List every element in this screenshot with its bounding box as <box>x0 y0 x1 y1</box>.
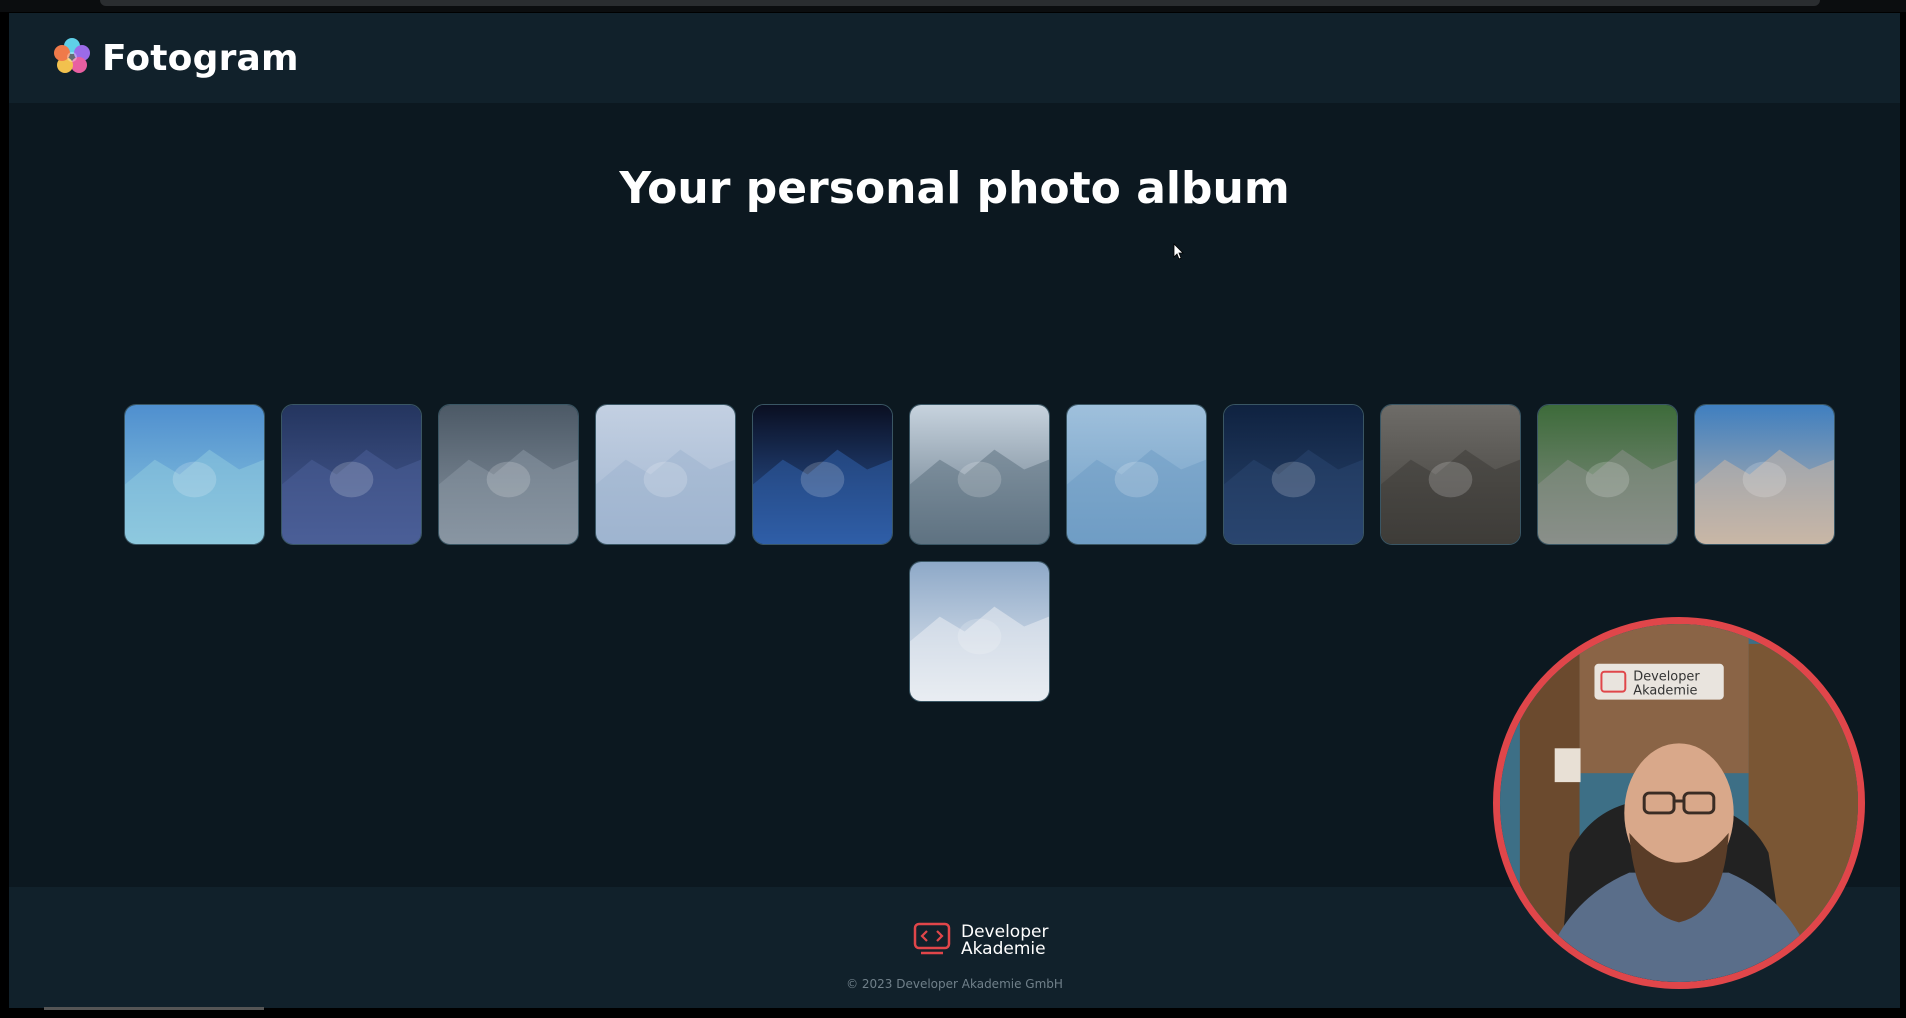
horizontal-scrollbar[interactable] <box>44 1007 264 1010</box>
copyright-text: © 2023 Developer Akademie GmbH <box>846 977 1063 991</box>
webcam-presenter-image: Developer Akademie <box>1500 624 1858 982</box>
photo-thumbnail[interactable] <box>1380 404 1521 545</box>
webcam-badge-line1: Developer <box>1633 670 1700 685</box>
webcam-badge-line2: Akademie <box>1633 684 1697 699</box>
brand-logo[interactable]: Fotogram <box>52 36 299 80</box>
browser-top-strip <box>0 0 1906 12</box>
photo-thumbnail[interactable] <box>124 404 265 545</box>
photo-thumbnail[interactable] <box>1694 404 1835 545</box>
photo-thumbnail[interactable] <box>909 404 1050 545</box>
mouse-cursor-icon <box>1173 243 1185 265</box>
photo-thumbnail[interactable] <box>1537 404 1678 545</box>
photo-thumbnail[interactable] <box>281 404 422 545</box>
photo-thumbnail[interactable] <box>1223 404 1364 545</box>
code-brackets-icon <box>913 922 953 960</box>
site-header: Fotogram <box>9 13 1900 103</box>
webcam-overlay: Developer Akademie <box>1493 617 1865 989</box>
photo-thumbnail[interactable] <box>438 404 579 545</box>
photo-thumbnail[interactable] <box>909 561 1050 702</box>
app-title: Fotogram <box>102 37 299 79</box>
footer-brand-line2: Akademie <box>961 939 1046 959</box>
photo-thumbnail[interactable] <box>595 404 736 545</box>
page-heading: Your personal photo album <box>619 163 1290 214</box>
photo-thumbnail[interactable] <box>1066 404 1207 545</box>
photo-thumbnail[interactable] <box>752 404 893 545</box>
flower-logo-icon <box>52 36 92 80</box>
developer-akademie-logo[interactable]: Developer Akademie <box>913 922 1048 960</box>
browser-tab-strip <box>100 0 1820 6</box>
